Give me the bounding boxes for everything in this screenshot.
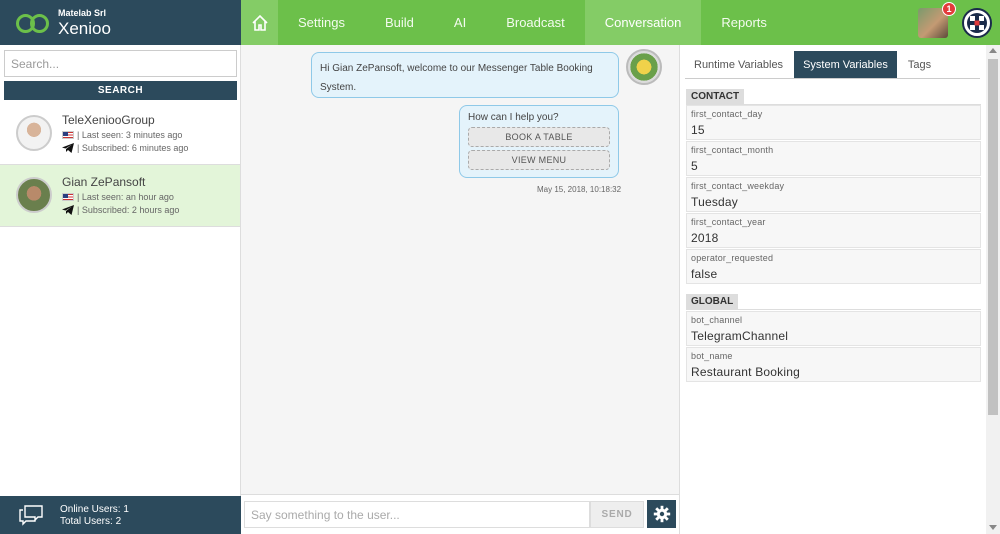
variable-row: first_contact_year 2018 bbox=[686, 213, 981, 248]
prompt-text: How can I help you? bbox=[468, 112, 559, 123]
brand: Matelab Srl Xenioo bbox=[0, 0, 241, 45]
conversation-panel: Hi Gian ZePansoft, welcome to our Messen… bbox=[241, 45, 680, 494]
bot-avatar bbox=[626, 49, 662, 85]
last-seen: | Last seen: an hour ago bbox=[77, 192, 174, 202]
us-flag-icon bbox=[62, 193, 74, 201]
user-name: Gian ZePansoft bbox=[62, 175, 146, 189]
user-list-item[interactable]: TeleXeniooGroup | Last seen: 3 minutes a… bbox=[0, 103, 240, 165]
variable-row: bot_name Restaurant Booking bbox=[686, 347, 981, 382]
user-name: TeleXeniooGroup bbox=[62, 113, 155, 127]
search-input[interactable] bbox=[4, 50, 237, 77]
global-section-label: GLOBAL bbox=[686, 294, 739, 309]
message-timestamp: May 15, 2018, 10:18:32 bbox=[537, 185, 622, 194]
variable-name: first_contact_day bbox=[691, 109, 763, 119]
variable-value: Tuesday bbox=[691, 195, 738, 209]
tab-tags[interactable]: Tags bbox=[899, 51, 940, 78]
tab-runtime-variables[interactable]: Runtime Variables bbox=[685, 51, 792, 78]
user-avatar bbox=[16, 177, 52, 213]
user-sidebar: SEARCH TeleXeniooGroup | Last seen: 3 mi… bbox=[0, 45, 241, 496]
variable-name: bot_channel bbox=[691, 315, 743, 325]
book-table-button[interactable]: BOOK A TABLE bbox=[468, 127, 610, 147]
tab-system-variables[interactable]: System Variables bbox=[794, 51, 897, 78]
main-nav: Settings Build AI Broadcast Conversation… bbox=[241, 0, 1000, 45]
composer-settings-button[interactable] bbox=[647, 500, 676, 528]
home-icon bbox=[251, 14, 268, 31]
telegram-icon bbox=[62, 205, 74, 215]
notification-badge: 1 bbox=[942, 1, 956, 16]
variable-value: 2018 bbox=[691, 231, 719, 245]
scroll-down-arrow-icon[interactable] bbox=[989, 525, 997, 530]
us-flag-icon bbox=[62, 131, 74, 139]
variable-value: Restaurant Booking bbox=[691, 365, 800, 379]
user-list-item[interactable]: Gian ZePansoft | Last seen: an hour ago … bbox=[0, 165, 240, 227]
nav-broadcast[interactable]: Broadcast bbox=[486, 0, 585, 45]
variable-value: TelegramChannel bbox=[691, 329, 789, 343]
subscribed: | Subscribed: 2 hours ago bbox=[77, 205, 180, 215]
view-menu-button[interactable]: VIEW MENU bbox=[468, 150, 610, 170]
nav-build[interactable]: Build bbox=[365, 0, 434, 45]
nav-ai[interactable]: AI bbox=[434, 0, 486, 45]
variable-name: operator_requested bbox=[691, 253, 774, 263]
variable-row: bot_channel TelegramChannel bbox=[686, 311, 981, 346]
variable-value: false bbox=[691, 267, 718, 281]
scroll-thumb[interactable] bbox=[988, 59, 998, 415]
variables-scrollbar[interactable] bbox=[986, 45, 1000, 534]
brand-name: Xenioo bbox=[58, 18, 111, 38]
home-button[interactable] bbox=[241, 0, 278, 45]
nav-settings[interactable]: Settings bbox=[278, 0, 365, 45]
sidebar-footer: Online Users: 1 Total Users: 2 bbox=[0, 496, 241, 534]
last-seen: | Last seen: 3 minutes ago bbox=[77, 130, 183, 140]
welcome-message: Hi Gian ZePansoft, welcome to our Messen… bbox=[311, 52, 619, 98]
organization-logo-icon[interactable] bbox=[962, 7, 992, 38]
variable-row: first_contact_weekday Tuesday bbox=[686, 177, 981, 212]
user-avatar bbox=[16, 115, 52, 151]
search-button[interactable]: SEARCH bbox=[4, 81, 237, 100]
variables-panel: Runtime Variables System Variables Tags … bbox=[680, 45, 1000, 534]
variable-value: 15 bbox=[691, 123, 705, 137]
user-list: TeleXeniooGroup | Last seen: 3 minutes a… bbox=[0, 103, 240, 227]
chat-icon bbox=[19, 505, 43, 526]
nav-conversation[interactable]: Conversation bbox=[584, 0, 702, 45]
telegram-icon bbox=[62, 143, 74, 153]
gear-icon bbox=[653, 505, 670, 523]
total-users: Total Users: 2 bbox=[60, 516, 122, 527]
variable-row: first_contact_day 15 bbox=[686, 105, 981, 140]
scroll-up-arrow-icon[interactable] bbox=[989, 48, 997, 53]
variable-row: operator_requested false bbox=[686, 249, 981, 284]
variable-name: first_contact_weekday bbox=[691, 181, 785, 191]
online-users: Online Users: 1 bbox=[60, 504, 129, 515]
prompt-message: How can I help you? BOOK A TABLE VIEW ME… bbox=[459, 105, 619, 178]
message-input[interactable] bbox=[244, 501, 590, 528]
subscribed: | Subscribed: 6 minutes ago bbox=[77, 143, 189, 153]
send-button[interactable]: SEND bbox=[590, 501, 644, 528]
brand-company: Matelab Srl bbox=[58, 7, 107, 18]
variable-name: first_contact_month bbox=[691, 145, 774, 155]
message-composer: SEND bbox=[241, 494, 680, 534]
variable-name: bot_name bbox=[691, 351, 733, 361]
nav-reports[interactable]: Reports bbox=[701, 0, 787, 45]
variable-value: 5 bbox=[691, 159, 698, 173]
contact-section-label: CONTACT bbox=[686, 89, 745, 104]
xenioo-logo-icon bbox=[16, 13, 50, 33]
account-avatar[interactable]: 1 bbox=[918, 1, 956, 38]
variables-tabs: Runtime Variables System Variables Tags bbox=[685, 51, 980, 79]
variable-row: first_contact_month 5 bbox=[686, 141, 981, 176]
variable-name: first_contact_year bbox=[691, 217, 766, 227]
